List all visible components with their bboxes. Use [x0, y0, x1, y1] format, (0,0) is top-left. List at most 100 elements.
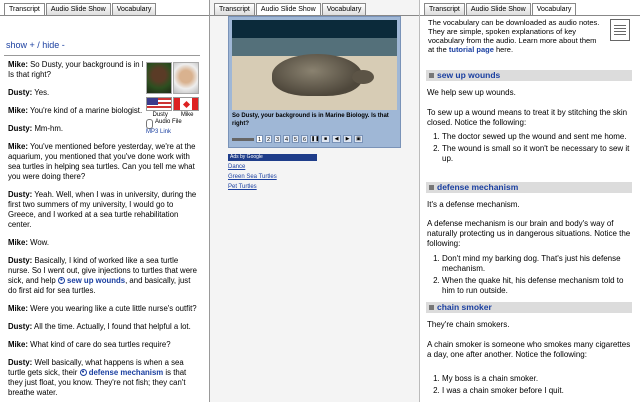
tutorial-page-link[interactable]: tutorial page	[449, 45, 494, 54]
line-text: All the time. Actually, I found that hel…	[34, 322, 191, 331]
transcript-panel: Transcript Audio Slide Show Vocabulary s…	[0, 0, 210, 402]
vocab-intro: The vocabulary can be downloaded as audi…	[428, 18, 604, 54]
slide-number[interactable]: 6	[301, 135, 308, 143]
example-list: The doctor sewed up the wound and sent m…	[442, 132, 632, 166]
vocab-link-icon: ●	[57, 277, 65, 285]
turtle-head	[352, 70, 374, 84]
show-hide-toggle[interactable]: show + / hide -	[6, 40, 65, 50]
canada-flag-icon	[173, 97, 199, 111]
sea-turtle-photo	[232, 20, 397, 110]
document-icon	[610, 19, 630, 41]
transcript-line: Dusty: Well basically, what happens is w…	[8, 358, 198, 398]
line-text: Mm-hm.	[34, 124, 64, 133]
slide-show-panel: Transcript Audio Slide Show Vocabulary S…	[210, 0, 420, 402]
term-heading-sew-up-wounds: sew up wounds	[426, 70, 632, 81]
transcript-line: Mike: What kind of care do sea turtles r…	[8, 340, 198, 350]
speaker-label: Mike:	[8, 106, 28, 115]
line-text: Were you wearing like a cute little nurs…	[30, 304, 197, 313]
tab-transcript[interactable]: Transcript	[214, 3, 255, 15]
example-item: My boss is a chain smoker.	[442, 374, 632, 384]
line-text: You've mentioned before yesterday, we're…	[8, 142, 196, 181]
tab-audio-slide-show[interactable]: Audio Slide Show	[45, 3, 111, 15]
term-title: chain smoker	[437, 302, 492, 312]
speaker-label: Dusty:	[8, 88, 33, 97]
pause-icon[interactable]: ❚❚	[310, 135, 319, 143]
line-text: What kind of care do sea turtles require…	[30, 340, 171, 349]
transcript-line: Mike: Wow.	[8, 238, 198, 248]
line-text: You're kind of a marine biologist.	[29, 106, 143, 115]
tab-vocabulary[interactable]: Vocabulary	[111, 3, 157, 15]
term-definition: To sew up a wound means to treat it by s…	[427, 108, 628, 127]
transcript-line: Dusty: All the time. Actually, I found t…	[8, 322, 198, 332]
example-list: Don't mind my barking dog. That's just h…	[442, 254, 632, 298]
ads-by-google[interactable]: Ads by Google	[228, 154, 317, 161]
tab-divider	[420, 15, 640, 16]
paperclip-icon	[146, 119, 153, 129]
transcript-line: Mike: Were you wearing like a cute littl…	[8, 304, 198, 314]
tab-vocabulary[interactable]: Vocabulary	[321, 3, 367, 15]
intro-text-end: here.	[495, 45, 514, 54]
tab-bar: Transcript Audio Slide Show Vocabulary	[214, 3, 367, 15]
term-example-sentence: It's a defense mechanism.	[427, 200, 520, 209]
vocab-link-defense-mechanism[interactable]: defense mechanism	[89, 368, 164, 377]
line-text: Wow.	[30, 238, 50, 247]
example-item: When the quake hit, his defense mechanis…	[442, 276, 632, 296]
fullscreen-icon[interactable]: ▣	[354, 135, 363, 143]
audio-file: Audio File MP3 Link	[146, 119, 182, 136]
term-heading-defense-mechanism: defense mechanism	[426, 182, 632, 193]
slide-number[interactable]: 3	[274, 135, 281, 143]
ad-link-green-sea-turtles[interactable]: Green Sea Turtles	[228, 174, 277, 180]
slide-caption: So Dusty, your background is in Marine B…	[232, 113, 389, 127]
bullet-icon	[429, 73, 434, 79]
speaker-label: Dusty:	[8, 256, 33, 265]
term-example-sentence: They're chain smokers.	[427, 320, 510, 329]
term-definition: A defense mechanism is our brain and bod…	[427, 219, 631, 248]
slide-number[interactable]: 5	[292, 135, 299, 143]
example-item: The wound is small so it won't be necess…	[442, 144, 632, 164]
speaker-label: Mike:	[8, 238, 28, 247]
progress-bar[interactable]	[232, 137, 254, 141]
line-text: Yeah. Well, when I was in university, du…	[8, 190, 197, 229]
speaker-name: Dusty	[152, 112, 168, 118]
line-text: Yes.	[34, 88, 50, 97]
vocabulary-panel: Transcript Audio Slide Show Vocabulary T…	[420, 0, 640, 402]
slide-number[interactable]: 1	[256, 135, 263, 143]
prev-icon[interactable]: ◀	[332, 135, 341, 143]
tab-vocabulary[interactable]: Vocabulary	[531, 3, 577, 15]
transcript-line: Mike: You've mentioned before yesterday,…	[8, 142, 198, 182]
speaker-label: Mike:	[8, 60, 28, 69]
ad-link-dance[interactable]: Dance	[228, 164, 245, 170]
speaker-bio-box: Dusty Mike Audio File MP3 Link	[143, 60, 201, 138]
audio-label: Audio File	[155, 119, 182, 125]
tab-transcript[interactable]: Transcript	[424, 3, 465, 15]
vocab-link-sew-up-wounds[interactable]: sew up wounds	[67, 276, 125, 285]
slide-number[interactable]: 2	[265, 135, 272, 143]
bullet-icon	[429, 305, 434, 311]
term-title: sew up wounds	[437, 70, 501, 80]
ad-link-pet-turtles[interactable]: Pet Turtles	[228, 184, 257, 190]
speaker-names: Dusty Mike	[146, 112, 200, 118]
tab-audio-slide-show[interactable]: Audio Slide Show	[465, 3, 531, 15]
us-flag-icon	[146, 97, 172, 111]
tab-audio-slide-show[interactable]: Audio Slide Show	[255, 3, 321, 15]
mp3-link[interactable]: MP3 Link	[146, 129, 171, 135]
next-icon[interactable]: ▶	[343, 135, 352, 143]
speaker-label: Dusty:	[8, 322, 33, 331]
tab-transcript[interactable]: Transcript	[4, 3, 45, 15]
term-definition: A chain smoker is someone who smokes man…	[427, 340, 631, 359]
stop-icon[interactable]: ■	[321, 135, 330, 143]
example-item: Don't mind my barking dog. That's just h…	[442, 254, 632, 274]
player-controls: 1 2 3 4 5 6 ❚❚ ■ ◀ ▶ ▣	[232, 132, 397, 146]
term-heading-chain-smoker: chain smoker	[426, 302, 632, 313]
example-item: The doctor sewed up the wound and sent m…	[442, 132, 632, 142]
tab-bar: Transcript Audio Slide Show Vocabulary	[424, 3, 577, 15]
slide-show-player: So Dusty, your background is in Marine B…	[228, 16, 401, 148]
transcript-line: Dusty: Basically, I kind of worked like …	[8, 256, 198, 296]
term-example-sentence: We help sew up wounds.	[427, 88, 516, 97]
tab-divider	[0, 15, 209, 16]
vocab-link-icon: ●	[79, 369, 87, 377]
speaker-label: Dusty:	[8, 190, 33, 199]
slide-number[interactable]: 4	[283, 135, 290, 143]
example-list: My boss is a chain smoker. I was a chain…	[442, 374, 632, 398]
tab-bar: Transcript Audio Slide Show Vocabulary	[4, 3, 157, 15]
